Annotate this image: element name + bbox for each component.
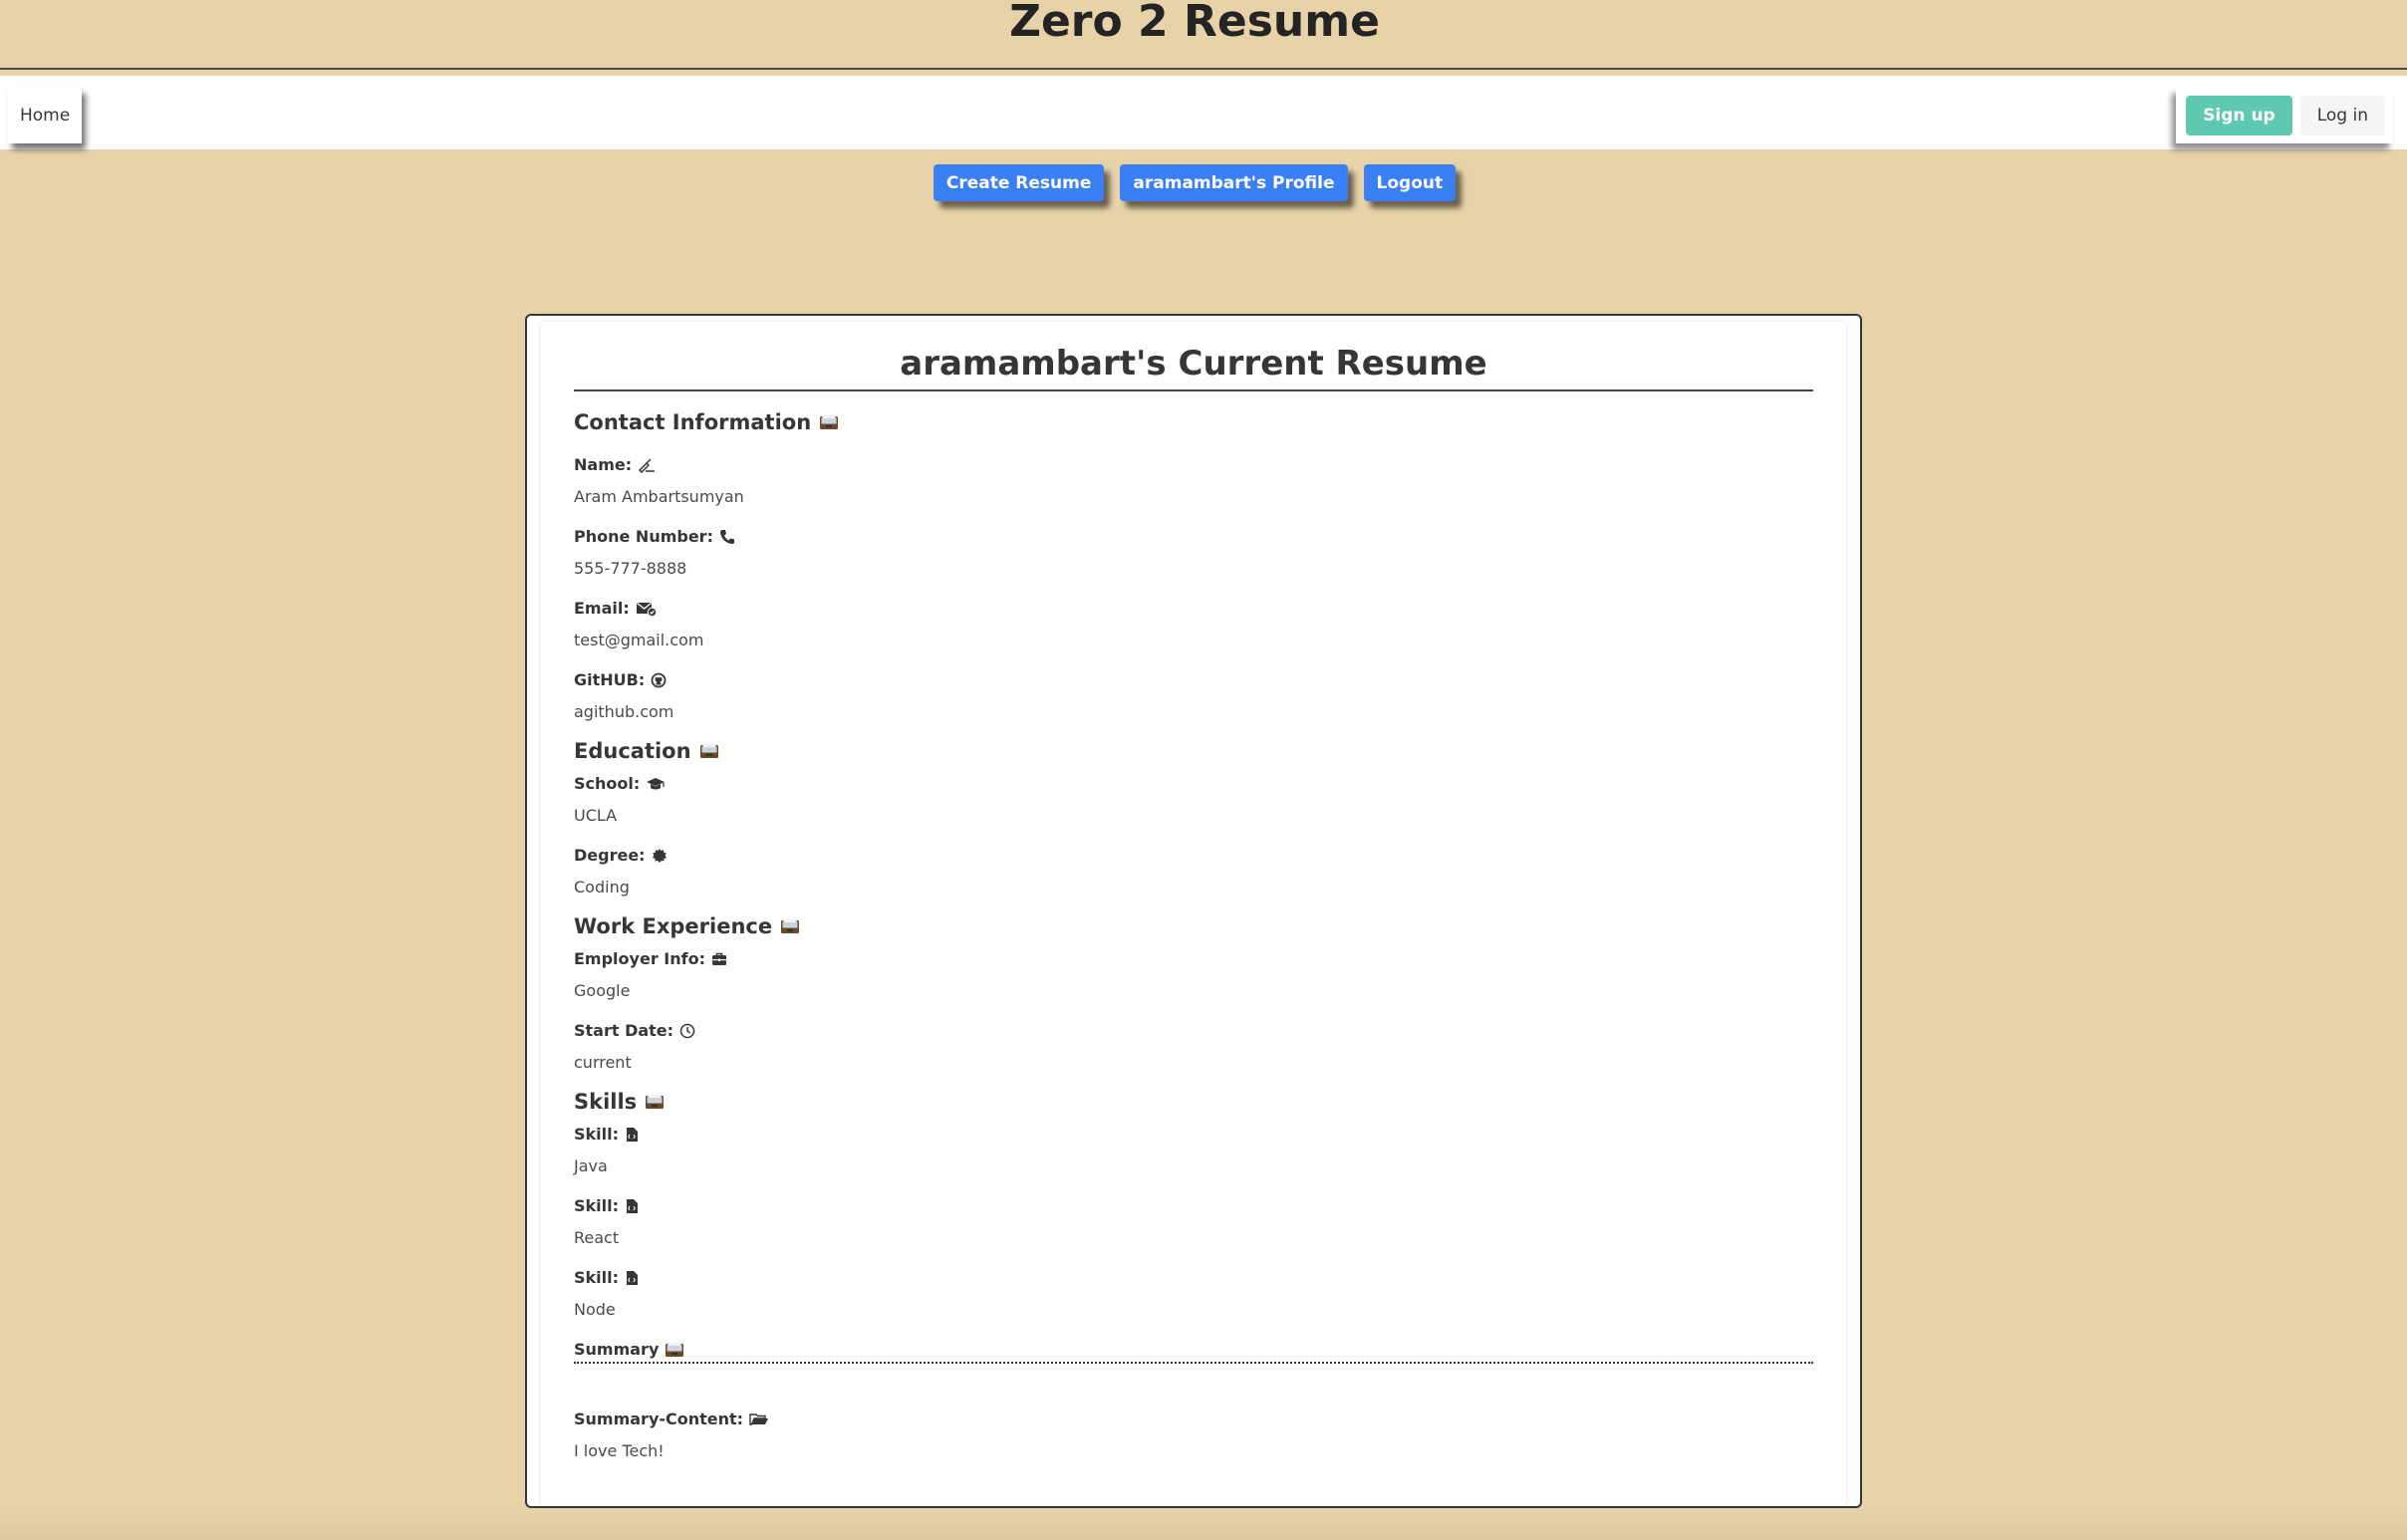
name-label: Name: — [574, 455, 633, 474]
skill-label-row: Skill: — [574, 1266, 1813, 1290]
github-label: GitHUB: — [574, 670, 646, 689]
graduation-cap-icon — [646, 776, 666, 792]
site-title: Zero 2 Resume — [1009, 0, 1380, 47]
writing-hand-icon — [638, 457, 656, 473]
navbar: Home Sign up Log in — [0, 76, 2407, 150]
phone-label: Phone Number: — [574, 527, 713, 546]
start-date-label: Start Date: — [574, 1021, 674, 1040]
summary-heading-text: Summary — [574, 1340, 660, 1359]
nav-home-box: Home — [8, 88, 83, 143]
profile-button[interactable]: aramambart's Profile — [1120, 164, 1348, 201]
summary-section-heading: Summary — [574, 1338, 1813, 1364]
education-heading-text: Education — [574, 739, 691, 763]
nav-auth-buttons: Sign up Log in — [2176, 88, 2393, 143]
github-value: agithub.com — [574, 702, 674, 721]
create-resume-button[interactable]: Create Resume — [933, 164, 1105, 201]
skill-value: React — [574, 1228, 620, 1247]
clock-icon — [679, 1023, 695, 1039]
card-file-box-icon — [819, 414, 839, 430]
home-link[interactable]: Home — [20, 106, 70, 126]
login-button[interactable]: Log in — [2299, 96, 2385, 135]
summary-content-value: I love Tech! — [574, 1441, 665, 1460]
work-section-heading: Work Experience — [574, 911, 1813, 941]
action-buttons-row: Create Resume aramambart's Profile Logou… — [0, 164, 2389, 201]
skills-section-heading: Skills — [574, 1087, 1813, 1117]
start-date-value: current — [574, 1053, 632, 1072]
school-label-row: School: — [574, 772, 1813, 796]
phone-value: 555-777-8888 — [574, 559, 687, 578]
card-file-box-icon — [780, 918, 800, 934]
skill-label: Skill: — [574, 1268, 620, 1287]
file-code-icon — [625, 1198, 639, 1214]
name-value: Aram Ambartsumyan — [574, 487, 744, 506]
resume-card-inner: aramambart's Current Resume Contact Info… — [541, 322, 1846, 1506]
skill-label-row: Skill: — [574, 1123, 1813, 1147]
employer-value: Google — [574, 981, 631, 1000]
employer-label-row: Employer Info: — [574, 947, 1813, 971]
github-label-row: GitHUB: — [574, 668, 1813, 692]
card-file-box-icon — [645, 1094, 665, 1110]
file-code-icon — [625, 1270, 639, 1286]
github-icon — [651, 672, 667, 688]
card-file-box-icon — [665, 1342, 684, 1358]
summary-content-label: Summary-Content: — [574, 1410, 744, 1428]
phone-icon — [719, 529, 735, 545]
email-label: Email: — [574, 599, 630, 618]
site-header: Zero 2 Resume — [0, 0, 2407, 70]
employer-label: Employer Info: — [574, 949, 705, 968]
bottom-shade — [0, 1510, 2407, 1540]
envelope-check-icon — [636, 601, 658, 617]
contact-heading-text: Contact Information — [574, 410, 812, 434]
resume-card: aramambart's Current Resume Contact Info… — [525, 314, 1862, 1508]
summary-content-label-row: Summary-Content: — [574, 1408, 1813, 1431]
degree-value: Coding — [574, 878, 630, 897]
degree-label: Degree: — [574, 846, 646, 865]
contact-section-heading: Contact Information — [574, 407, 1813, 437]
skill-label-row: Skill: — [574, 1194, 1813, 1218]
skill-label: Skill: — [574, 1125, 620, 1144]
signup-button[interactable]: Sign up — [2186, 96, 2292, 135]
phone-label-row: Phone Number: — [574, 525, 1813, 549]
name-label-row: Name: — [574, 453, 1813, 477]
school-value: UCLA — [574, 806, 618, 825]
email-value: test@gmail.com — [574, 631, 704, 649]
school-label: School: — [574, 774, 641, 793]
skills-heading-text: Skills — [574, 1090, 638, 1114]
briefcase-icon — [711, 951, 727, 967]
card-file-box-icon — [699, 743, 719, 759]
skill-value: Node — [574, 1300, 616, 1319]
degree-label-row: Degree: — [574, 844, 1813, 868]
open-folder-icon — [749, 1412, 769, 1427]
skill-value: Java — [574, 1156, 608, 1175]
education-section-heading: Education — [574, 736, 1813, 766]
work-heading-text: Work Experience — [574, 914, 773, 938]
skill-label: Skill: — [574, 1196, 620, 1215]
logout-button[interactable]: Logout — [1363, 164, 1457, 201]
file-code-icon — [625, 1127, 639, 1143]
start-date-label-row: Start Date: — [574, 1019, 1813, 1043]
resume-title: aramambart's Current Resume — [574, 344, 1813, 391]
email-label-row: Email: — [574, 597, 1813, 621]
resume-content: aramambart's Current Resume Contact Info… — [574, 322, 1813, 1463]
badge-icon — [652, 848, 668, 864]
